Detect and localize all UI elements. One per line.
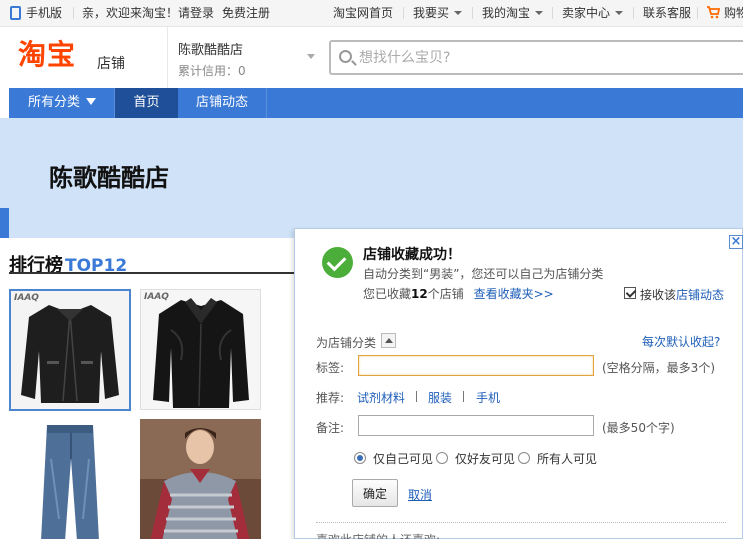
visibility-radio-everyone[interactable] xyxy=(518,452,530,464)
favorite-success-dialog: × 店铺收藏成功！ 自动分类到“男装”，您还可以自己为店铺分类 您已收藏12个店… xyxy=(294,228,743,539)
product-brand: IAAQ xyxy=(14,293,39,303)
success-check-icon xyxy=(322,247,353,278)
note-hint: (最多50个字) xyxy=(602,421,675,435)
chevron-down-icon xyxy=(615,11,624,15)
seller-center-menu[interactable]: 卖家中心 xyxy=(562,6,624,21)
visibility-radio-self[interactable] xyxy=(354,452,366,464)
seller-center-label: 卖家中心 xyxy=(562,6,611,20)
product-image xyxy=(140,419,261,539)
tag-input[interactable] xyxy=(358,355,594,376)
auto-category-text: 自动分类到“男装”，您还可以自己为店铺分类 xyxy=(363,267,604,281)
buy-menu-label: 我要买 xyxy=(413,6,450,20)
mobile-version-link[interactable]: 手机版 xyxy=(26,6,62,21)
topbar-divider xyxy=(552,7,553,19)
mobile-phone-icon[interactable] xyxy=(10,6,21,20)
tag-label: 标签: xyxy=(316,361,345,375)
subscribe-label[interactable]: 接收该店铺动态 xyxy=(640,286,724,303)
favorites-count: 12 xyxy=(411,287,428,301)
recommend-divider xyxy=(416,391,417,402)
banner-title: 陈歌酷酷店 xyxy=(49,164,169,192)
favorites-count-text: 您已收藏12个店铺 查看收藏夹>> xyxy=(363,285,554,302)
chevron-down-icon[interactable] xyxy=(307,54,315,59)
shop-nav: 所有分类 首页 店铺动态 xyxy=(9,88,743,118)
product-sweater[interactable] xyxy=(140,419,261,539)
logo-shop-label: 店铺 xyxy=(97,56,125,72)
recommend-label: 推荐: xyxy=(316,391,345,405)
product-jeans[interactable] xyxy=(9,419,132,539)
triangle-down-icon xyxy=(86,98,97,105)
cart-link[interactable]: 购物 xyxy=(724,6,743,21)
nav-divider xyxy=(266,88,267,118)
shop-news-link[interactable]: 店铺动态 xyxy=(676,288,724,302)
topbar-divider xyxy=(472,7,473,19)
collapse-arrow-icon[interactable] xyxy=(381,333,396,348)
recommend-divider xyxy=(463,391,464,402)
visibility-radio-friends[interactable] xyxy=(436,452,448,464)
ranking-panel: 排行榜 TOP12 IAAQ IAAQ xyxy=(9,238,299,539)
also-like-label: 喜欢此店铺的人还喜欢: xyxy=(316,531,440,539)
default-collapse-link[interactable]: 每次默认收起? xyxy=(642,333,720,350)
welcome-text: 亲，欢迎来淘宝！请 xyxy=(82,6,191,20)
product-brand: IAAQ xyxy=(144,292,169,302)
topbar-divider xyxy=(403,7,404,19)
visibility-label[interactable]: 仅好友可见 xyxy=(455,450,515,467)
dotted-divider xyxy=(316,522,726,523)
topbar-divider xyxy=(697,7,698,19)
subscribe-prefix: 接收该 xyxy=(640,288,677,302)
recommend-tag[interactable]: 手机 xyxy=(476,389,500,406)
top-bar: 手机版 亲，欢迎来淘宝！请 登录 免费注册 淘宝网首页 我要买 我的淘宝 卖家中… xyxy=(0,0,743,27)
shop-credit: 累计信用：0 xyxy=(178,64,246,78)
product-leather-coat[interactable]: IAAQ xyxy=(140,289,261,410)
cancel-link[interactable]: 取消 xyxy=(408,486,432,503)
tab-all-categories[interactable]: 所有分类 xyxy=(9,88,114,118)
favorites-count-suffix: 个店铺 xyxy=(427,287,464,301)
view-favorites-link[interactable]: 查看收藏夹>> xyxy=(474,287,554,301)
topbar-divider xyxy=(633,7,634,19)
recommend-tag[interactable]: 试剂材料 xyxy=(357,389,405,406)
shop-name[interactable]: 陈歌酷酷店 xyxy=(178,39,243,58)
shop-banner: 陈歌酷酷店 xyxy=(0,118,743,238)
customer-service-link[interactable]: 联系客服 xyxy=(643,6,691,21)
tag-hint: (空格分隔，最多3个) xyxy=(602,361,715,375)
taobao-logo[interactable]: 淘宝 xyxy=(18,39,76,71)
visibility-label[interactable]: 仅自己可见 xyxy=(373,450,433,467)
search-icon xyxy=(339,50,352,63)
shop-header: 淘宝 店铺 陈歌酷酷店 累计信用：0 xyxy=(0,27,743,88)
note-input[interactable] xyxy=(358,415,594,436)
product-image xyxy=(9,419,132,539)
ranking-underline xyxy=(9,272,299,274)
dialog-title: 店铺收藏成功！ xyxy=(363,247,461,263)
confirm-button[interactable]: 确定 xyxy=(352,479,398,507)
visibility-label[interactable]: 所有人可见 xyxy=(537,450,597,467)
search-box xyxy=(329,40,743,75)
header-divider xyxy=(167,27,168,88)
favorites-count-prefix: 您已收藏 xyxy=(363,287,412,301)
chevron-down-icon xyxy=(535,11,544,15)
tab-home[interactable]: 首页 xyxy=(115,88,178,118)
recommend-tag[interactable]: 服装 xyxy=(428,389,452,406)
subscribe-checkbox[interactable] xyxy=(624,287,636,299)
my-taobao-menu[interactable]: 我的淘宝 xyxy=(482,6,544,21)
taobao-home-link[interactable]: 淘宝网首页 xyxy=(333,6,393,21)
chevron-down-icon xyxy=(454,11,463,15)
note-label: 备注: xyxy=(316,421,345,435)
cart-icon[interactable] xyxy=(706,5,720,19)
classify-label: 为店铺分类 xyxy=(316,336,377,350)
banner-strip xyxy=(0,208,9,238)
product-leather-jacket[interactable]: IAAQ xyxy=(9,289,131,411)
close-icon[interactable]: × xyxy=(729,235,743,249)
tab-all-categories-label: 所有分类 xyxy=(28,95,81,110)
login-link[interactable]: 登录 xyxy=(190,6,214,21)
my-taobao-label: 我的淘宝 xyxy=(482,6,531,20)
product-image xyxy=(11,291,129,409)
register-link[interactable]: 免费注册 xyxy=(222,6,270,21)
product-image xyxy=(141,290,260,409)
search-input[interactable] xyxy=(359,47,739,69)
tab-shop-news[interactable]: 店铺动态 xyxy=(178,88,266,118)
buy-menu[interactable]: 我要买 xyxy=(413,6,463,21)
topbar-divider xyxy=(73,7,74,19)
